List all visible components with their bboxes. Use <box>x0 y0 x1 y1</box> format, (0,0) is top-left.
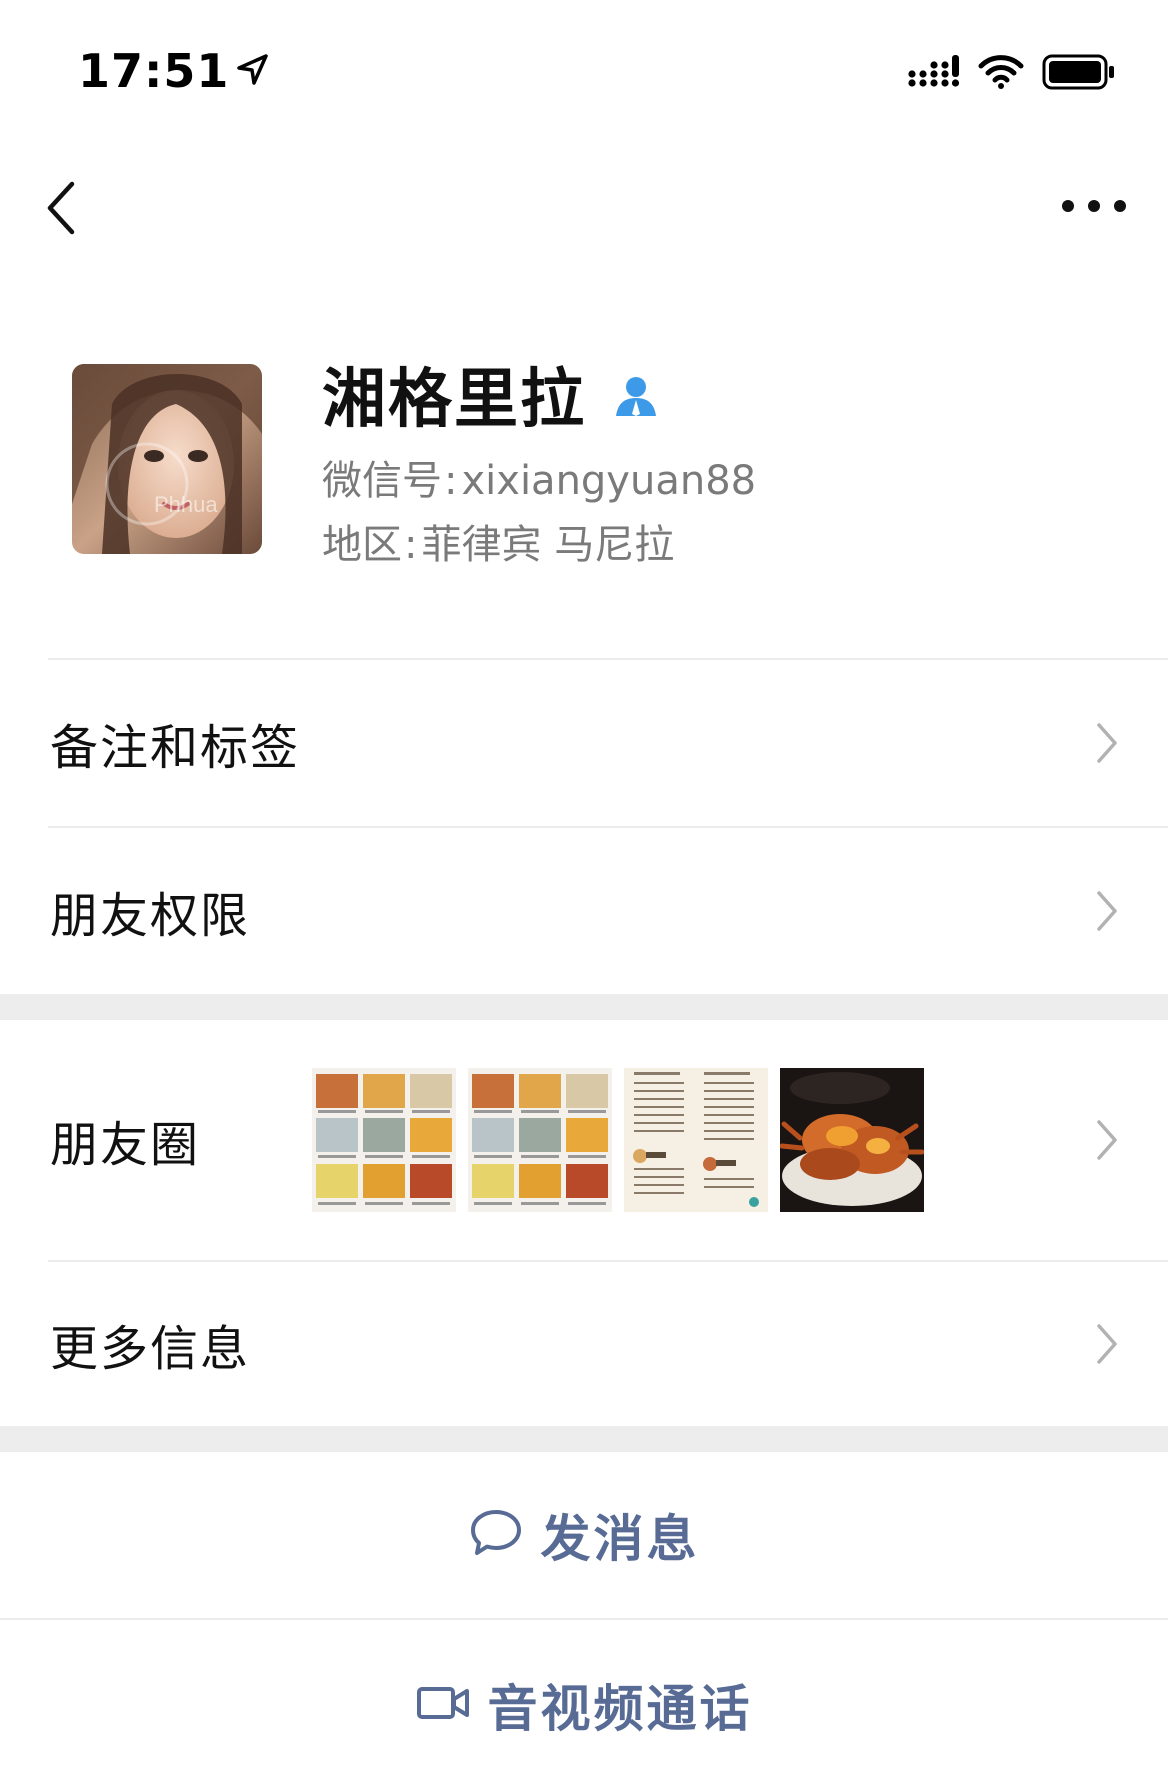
wechat-id: 微信号: xixiangyuan88 <box>322 448 756 506</box>
video-call-label: 音视频通话 <box>487 1679 753 1738</box>
section-gap <box>0 994 1168 1020</box>
row-more-info-label: 更多信息 <box>50 1321 251 1377</box>
row-more-info[interactable]: 更多信息 <box>0 1262 1168 1426</box>
status-time: 17:51 <box>78 44 269 98</box>
status-time-text: 17:51 <box>78 44 230 98</box>
profile-name-row: 湘格里拉 <box>322 348 658 440</box>
back-button[interactable] <box>36 176 96 240</box>
chevron-left-icon <box>36 181 96 244</box>
row-friend-permissions-label: 朋友权限 <box>50 888 251 944</box>
more-button[interactable] <box>1056 186 1132 226</box>
row-friend-permissions[interactable]: 朋友权限 <box>0 828 1168 994</box>
chat-bubble-icon <box>469 1508 523 1562</box>
location-arrow-icon <box>235 44 269 98</box>
ellipsis-icon <box>1056 200 1132 230</box>
region-value: 菲律宾 马尼拉 <box>421 522 675 568</box>
region: 地区: 菲律宾 马尼拉 <box>322 512 674 570</box>
status-bar: 17:51 <box>0 0 1168 150</box>
video-call-button[interactable]: 音视频通话 <box>0 1620 1168 1789</box>
avatar-watermark: Phhua <box>154 492 218 517</box>
video-camera-icon <box>416 1683 470 1727</box>
wechat-id-colon: : <box>444 458 458 504</box>
row-remarks-tags[interactable]: 备注和标签 <box>0 660 1168 826</box>
region-label: 地区 <box>322 522 402 568</box>
chevron-right-icon <box>1094 1322 1120 1366</box>
battery-icon <box>1042 54 1116 94</box>
nav-bar <box>0 150 1168 270</box>
moments-thumbnail-food-menu <box>312 1068 456 1212</box>
section-gap <box>0 1426 1168 1452</box>
row-moments[interactable]: 朋友圈 <box>0 1020 1168 1260</box>
person-icon <box>614 374 658 422</box>
send-message-content: 发消息 <box>469 1499 700 1571</box>
status-icons <box>908 54 1116 94</box>
moments-thumbnail-text-menu <box>624 1068 768 1212</box>
send-message-button[interactable]: 发消息 <box>0 1452 1168 1618</box>
profile-name: 湘格里拉 <box>322 363 586 437</box>
video-call-content: 音视频通话 <box>416 1669 753 1741</box>
moments-thumbnail-food-menu <box>468 1068 612 1212</box>
cellular-signal-icon <box>908 55 960 93</box>
avatar[interactable]: Phhua <box>72 364 262 554</box>
chevron-right-icon <box>1094 721 1120 765</box>
moments-thumbnails <box>312 1068 924 1212</box>
wifi-icon <box>978 55 1024 93</box>
chevron-right-icon <box>1094 889 1120 933</box>
send-message-label: 发消息 <box>540 1510 700 1568</box>
wechat-id-value: xixiangyuan88 <box>461 458 757 504</box>
profile-header: Phhua 湘格里拉 微信号: xixiangyuan88 地区: 菲律宾 马尼拉 <box>0 300 1168 660</box>
moments-thumbnail-crab <box>780 1068 924 1212</box>
row-remarks-tags-label: 备注和标签 <box>50 720 301 776</box>
chevron-right-icon <box>1094 1118 1120 1162</box>
row-moments-label: 朋友圈 <box>50 1117 201 1173</box>
wechat-id-label: 微信号 <box>322 458 442 504</box>
region-colon: : <box>404 522 418 568</box>
